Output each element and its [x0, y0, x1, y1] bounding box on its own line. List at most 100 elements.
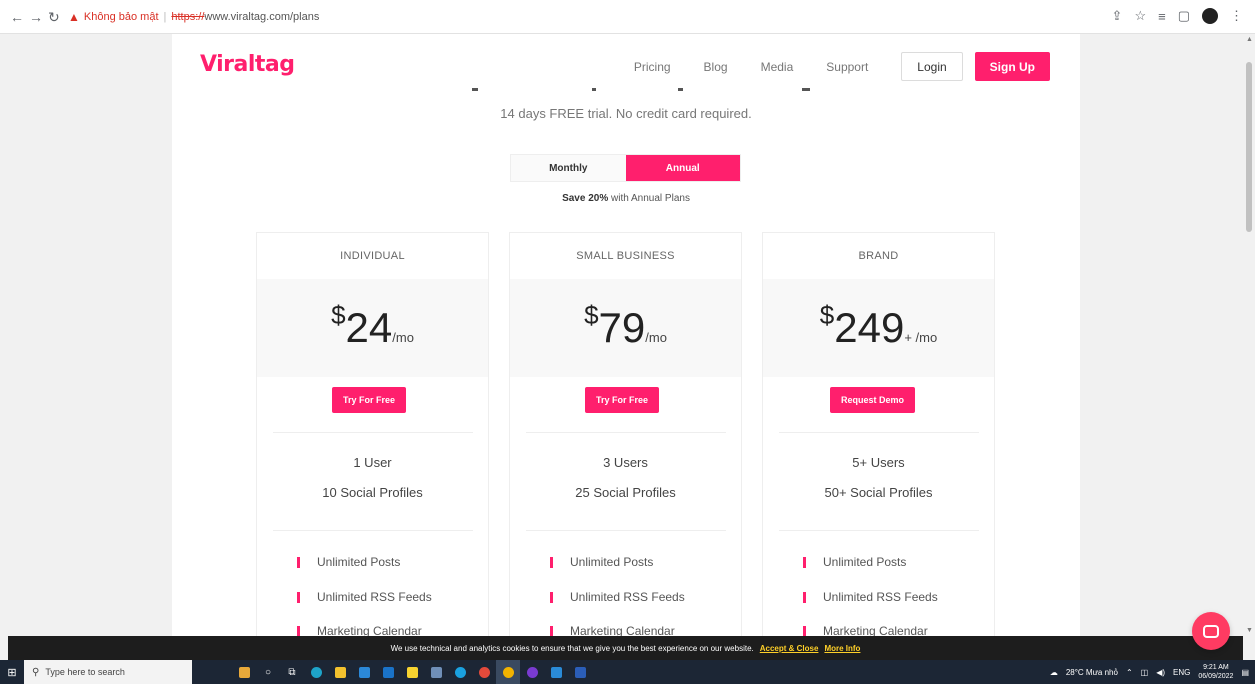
vscode-icon[interactable]	[544, 660, 568, 684]
chrome-icon[interactable]	[496, 660, 520, 684]
network-app-icon[interactable]	[424, 660, 448, 684]
divider	[526, 432, 726, 433]
plan-name: SMALL BUSINESS	[576, 250, 675, 262]
plan-card-small-business: SMALL BUSINESS $79/mo Try For Free 3 Use…	[509, 232, 742, 636]
menu-blog[interactable]: Blog	[704, 60, 728, 74]
plan-card-individual: INDIVIDUAL $24/mo Try For Free 1 User 10…	[256, 232, 489, 636]
login-button[interactable]: Login	[901, 52, 963, 81]
forward-icon[interactable]: →	[29, 9, 43, 25]
profile-avatar[interactable]	[1202, 8, 1218, 24]
address-separator: |	[163, 11, 167, 23]
media-app-icon[interactable]	[472, 660, 496, 684]
feature-label: Marketing Calendar	[823, 624, 928, 636]
signup-button[interactable]: Sign Up	[974, 52, 1050, 81]
menu-pricing[interactable]: Pricing	[634, 60, 671, 74]
feature-label: Unlimited RSS Feeds	[823, 590, 938, 604]
bookmark-star-icon[interactable]: ☆	[1134, 8, 1146, 24]
scroll-down-icon[interactable]: ▼	[1246, 627, 1253, 634]
opera-icon[interactable]	[520, 660, 544, 684]
heading-cut-off	[432, 88, 832, 93]
plan-price: $79/mo	[510, 300, 741, 352]
divider	[526, 530, 726, 531]
toggle-monthly[interactable]: Monthly	[511, 155, 626, 181]
word-icon[interactable]	[568, 660, 592, 684]
side-panel-icon[interactable]: ▢	[1178, 8, 1190, 24]
share-icon[interactable]: ⇪	[1112, 8, 1123, 24]
notifications-icon[interactable]: ▤	[1241, 668, 1249, 677]
feature-item: Marketing Calendar	[297, 624, 422, 636]
explorer-icon[interactable]	[328, 660, 352, 684]
annual-savings-note: Save 20% with Annual Plans	[172, 193, 1080, 204]
viraltag-logo[interactable]: Viraltag	[200, 52, 295, 77]
browser-menu-icon[interactable]: ⋮	[1230, 8, 1243, 24]
skype-icon[interactable]	[448, 660, 472, 684]
try-for-free-button[interactable]: Try For Free	[332, 387, 407, 413]
address-bar[interactable]: ▲ Không bảo mật | https:// www.viraltag.…	[68, 5, 948, 29]
price-currency: $	[331, 300, 346, 330]
price-amount: 24	[345, 304, 393, 351]
billing-toggle: Monthly Annual	[510, 154, 741, 182]
plan-price: $249+ /mo	[763, 300, 994, 352]
savings-amount: Save 20%	[562, 193, 609, 204]
language-indicator[interactable]: ENG	[1173, 668, 1190, 677]
reading-list-icon[interactable]: ≡	[1158, 9, 1166, 24]
try-for-free-button[interactable]: Try For Free	[585, 387, 660, 413]
taskbar-search-input[interactable]: ⚲ Type here to search	[24, 660, 192, 684]
scroll-thumb[interactable]	[1246, 62, 1252, 232]
feature-bullet-icon	[803, 625, 806, 636]
price-amount: 79	[598, 304, 646, 351]
clock-date: 06/09/2022	[1198, 673, 1234, 680]
search-icon: ⚲	[32, 666, 40, 678]
mail-icon[interactable]	[376, 660, 400, 684]
feature-item: Unlimited RSS Feeds	[803, 590, 938, 604]
divider	[779, 432, 979, 433]
task-view-circle-icon[interactable]: ○	[256, 660, 280, 684]
feature-item: Marketing Calendar	[550, 624, 675, 636]
network-icon[interactable]: ◫	[1141, 668, 1149, 677]
feature-item: Unlimited RSS Feeds	[297, 590, 432, 604]
price-amount: 249	[834, 304, 905, 351]
trial-text: 14 days FREE trial. No credit card requi…	[500, 106, 752, 121]
divider	[273, 530, 473, 531]
plan-price: $24/mo	[257, 300, 488, 352]
plan-profiles: 50+ Social Profiles	[824, 485, 933, 500]
feature-label: Unlimited Posts	[570, 555, 654, 569]
volume-icon[interactable]: ◀)	[1156, 668, 1165, 677]
price-band: $79/mo	[510, 279, 741, 377]
request-demo-button[interactable]: Request Demo	[830, 387, 916, 413]
price-currency: $	[819, 300, 835, 330]
menu-media[interactable]: Media	[761, 60, 794, 74]
chat-launcher-button[interactable]	[1192, 612, 1230, 650]
feature-bullet-icon	[550, 591, 553, 603]
store-icon[interactable]	[352, 660, 376, 684]
page-scrollbar[interactable]: ▲ ▼	[1243, 34, 1255, 636]
toggle-annual[interactable]: Annual	[625, 155, 740, 181]
main-menu: Pricing Blog Media Support Login Sign Up	[634, 52, 1050, 81]
taskbar-search-placeholder: Type here to search	[45, 667, 125, 677]
feature-item: Unlimited Posts	[803, 555, 906, 569]
sticky-notes-icon[interactable]	[400, 660, 424, 684]
back-icon[interactable]: ←	[10, 9, 24, 25]
task-view-icon[interactable]: ⧉	[280, 660, 304, 684]
tray-chevron-icon[interactable]: ⌃	[1126, 668, 1133, 677]
price-currency: $	[584, 300, 599, 330]
feature-item: Marketing Calendar	[803, 624, 928, 636]
windows-start-icon[interactable]: ⊞	[0, 666, 24, 679]
feature-item: Unlimited Posts	[297, 555, 400, 569]
weather-text[interactable]: 28°C Mưa nhỏ	[1066, 668, 1118, 677]
scroll-up-icon[interactable]: ▲	[1246, 36, 1253, 43]
price-band: $24/mo	[257, 279, 488, 377]
reload-icon[interactable]: ↻	[48, 9, 60, 25]
divider	[779, 530, 979, 531]
plan-profiles: 10 Social Profiles	[322, 485, 423, 500]
menu-support[interactable]: Support	[826, 60, 868, 74]
site-container: Viraltag Pricing Blog Media Support Logi…	[172, 34, 1080, 636]
feature-label: Unlimited RSS Feeds	[317, 590, 432, 604]
edge-icon[interactable]	[304, 660, 328, 684]
more-info-link[interactable]: More Info	[824, 644, 860, 653]
plan-users: 5+ Users	[852, 455, 905, 470]
widgets-icon[interactable]	[232, 660, 256, 684]
taskbar-clock[interactable]: 9:21 AM 06/09/2022	[1198, 663, 1233, 681]
accept-close-link[interactable]: Accept & Close	[760, 644, 819, 653]
taskbar-apps: ○ ⧉	[232, 660, 592, 684]
